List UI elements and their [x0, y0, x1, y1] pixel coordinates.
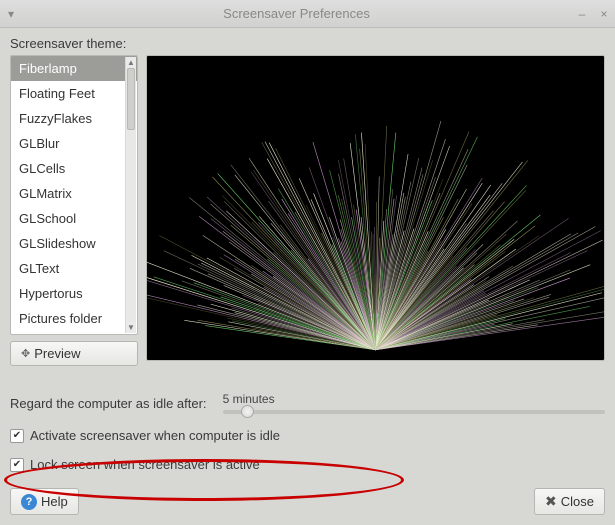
theme-item[interactable]: GLMatrix	[11, 181, 137, 206]
theme-item[interactable]: Fiberlamp	[11, 56, 137, 81]
theme-item[interactable]: Floating Feet	[11, 81, 137, 106]
lock-screen-checkbox[interactable]: ✔	[10, 458, 24, 472]
titlebar: ▾ Screensaver Preferences – ×	[0, 0, 615, 28]
theme-list[interactable]: FiberlampFloating FeetFuzzyFlakesGLBlurG…	[10, 55, 138, 335]
window-title: Screensaver Preferences	[22, 6, 571, 21]
help-button[interactable]: ? Help	[10, 488, 79, 515]
close-button-label: Close	[561, 494, 594, 509]
theme-item[interactable]: GLSlideshow	[11, 231, 137, 256]
help-button-label: Help	[41, 494, 68, 509]
idle-label: Regard the computer as idle after:	[10, 396, 207, 411]
theme-item[interactable]: Pictures folder	[11, 306, 137, 331]
scrollbar[interactable]: ▲ ▼	[125, 57, 136, 333]
minimize-icon[interactable]: –	[571, 7, 593, 21]
theme-item[interactable]: Hypertorus	[11, 281, 137, 306]
close-window-icon[interactable]: ×	[593, 7, 615, 21]
theme-item[interactable]: GLText	[11, 256, 137, 281]
scroll-track[interactable]	[126, 68, 136, 322]
theme-item[interactable]: FuzzyFlakes	[11, 106, 137, 131]
help-icon: ?	[21, 494, 37, 510]
theme-item[interactable]: GLBlur	[11, 131, 137, 156]
idle-value: 5 minutes	[223, 392, 605, 406]
preview-button[interactable]: ✥ Preview	[10, 341, 138, 366]
activate-checkbox-label: Activate screensaver when computer is id…	[30, 428, 280, 443]
idle-slider[interactable]	[223, 410, 605, 414]
theme-label: Screensaver theme:	[10, 36, 605, 51]
preview-button-label: Preview	[34, 346, 80, 361]
theme-item[interactable]: GLCells	[11, 156, 137, 181]
theme-item[interactable]: GLSchool	[11, 206, 137, 231]
idle-slider-thumb[interactable]	[241, 405, 254, 418]
scroll-thumb[interactable]	[127, 68, 135, 130]
lock-screen-checkbox-label: Lock screen when screensaver is active	[30, 457, 260, 472]
scroll-up-icon[interactable]: ▲	[126, 57, 136, 68]
fiberlamp-visual	[147, 56, 604, 360]
lock-screen-checkbox-row[interactable]: ✔ Lock screen when screensaver is active	[10, 457, 605, 472]
activate-checkbox-row[interactable]: ✔ Activate screensaver when computer is …	[10, 428, 605, 443]
window-menu-icon[interactable]: ▾	[0, 7, 22, 21]
activate-checkbox[interactable]: ✔	[10, 429, 24, 443]
content-area: Screensaver theme: FiberlampFloating Fee…	[0, 28, 615, 525]
scroll-down-icon[interactable]: ▼	[126, 322, 136, 333]
fullscreen-icon: ✥	[21, 347, 30, 360]
screensaver-preview	[146, 55, 605, 361]
close-icon: ✖	[545, 493, 557, 510]
close-button[interactable]: ✖ Close	[534, 488, 605, 515]
